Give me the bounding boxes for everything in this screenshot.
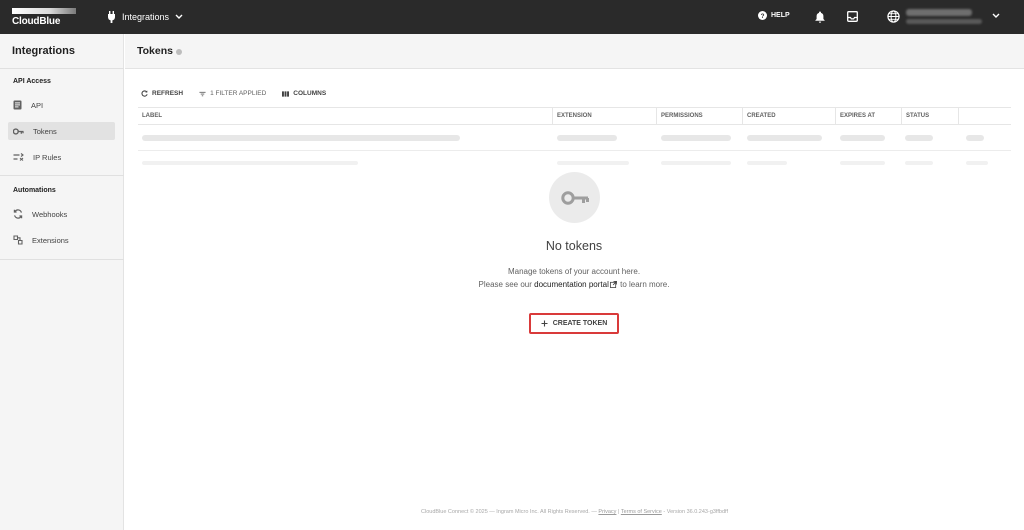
empty-state-title: No tokens xyxy=(545,239,603,253)
page-title: Tokens xyxy=(137,45,173,57)
filter-button[interactable]: 1 FILTER APPLIED xyxy=(199,90,266,97)
column-header-created[interactable]: CREATED xyxy=(742,108,834,125)
column-header-label[interactable]: LABEL xyxy=(138,108,551,125)
sidebar-item-api[interactable]: API xyxy=(8,96,115,114)
version-text: - Version 36.0.243-g3ffbdff xyxy=(663,509,728,515)
help-text-before: Please see our xyxy=(478,280,532,289)
privacy-link[interactable]: Privacy xyxy=(598,509,616,515)
section-automations: Automations xyxy=(13,187,56,194)
svg-text:?: ? xyxy=(761,13,765,20)
globe-icon[interactable] xyxy=(887,10,900,23)
key-icon xyxy=(560,190,589,205)
skeleton-placeholder xyxy=(905,161,933,165)
sidebar-item-label: Extensions xyxy=(32,235,69,245)
filter-label: 1 FILTER APPLIED xyxy=(210,90,267,97)
column-header-expires-at[interactable]: EXPIRES AT xyxy=(835,108,900,125)
refresh-label: REFRESH xyxy=(152,90,184,97)
info-icon[interactable] xyxy=(176,49,182,55)
row-divider xyxy=(138,150,1011,151)
sidebar-item-webhooks[interactable]: Webhooks xyxy=(8,205,115,223)
help-text-after: to learn more. xyxy=(620,280,670,289)
columns-icon xyxy=(282,90,290,97)
footer: CloudBlue Connect © 2025 — Ingram Micro … xyxy=(125,509,1024,515)
columns-label: COLUMNS xyxy=(293,90,327,97)
help-icon: ? xyxy=(758,11,767,20)
column-header-status[interactable]: STATUS xyxy=(901,108,957,125)
empty-state-description: Manage tokens of your account here. xyxy=(507,267,641,276)
account-menu[interactable] xyxy=(906,8,982,26)
sidebar-item-label: Tokens xyxy=(33,126,57,136)
sidebar-item-label: IP Rules xyxy=(33,152,62,162)
footer-separator: | xyxy=(617,509,620,515)
extension-icon xyxy=(13,235,23,245)
help-label: HELP xyxy=(771,12,790,19)
help-button[interactable]: ? HELP xyxy=(758,11,790,20)
section-api-access: API Access xyxy=(13,78,51,85)
account-id-redacted xyxy=(906,19,982,24)
sidebar-item-label: Webhooks xyxy=(32,209,68,219)
sidebar-item-tokens[interactable]: Tokens xyxy=(8,122,115,140)
copyright-text: CloudBlue Connect © 2025 — Ingram Micro … xyxy=(421,509,597,515)
module-switcher[interactable]: Integrations xyxy=(107,10,183,24)
top-bar: CloudBlue Integrations ? HELP xyxy=(0,0,1024,34)
divider xyxy=(0,259,124,260)
skeleton-placeholder xyxy=(840,161,885,165)
divider xyxy=(0,68,124,69)
skeleton-placeholder xyxy=(905,135,933,141)
columns-button[interactable]: COLUMNS xyxy=(282,90,326,97)
plus-icon xyxy=(541,320,548,327)
cloudblue-logo[interactable]: CloudBlue xyxy=(12,7,78,27)
logo-bar xyxy=(12,8,76,14)
refresh-icon xyxy=(141,90,148,97)
skeleton-placeholder xyxy=(840,135,885,141)
skeleton-placeholder xyxy=(747,161,787,165)
module-label: Integrations xyxy=(122,12,170,22)
logo-text: CloudBlue xyxy=(12,16,61,27)
skeleton-placeholder xyxy=(966,161,988,165)
book-icon xyxy=(13,100,22,110)
page-header: Tokens xyxy=(125,34,1024,69)
ip-rules-icon xyxy=(13,153,24,161)
empty-state-key-badge xyxy=(549,172,600,223)
plug-icon xyxy=(107,11,116,23)
skeleton-placeholder xyxy=(661,135,731,141)
skeleton-placeholder xyxy=(142,161,358,165)
documentation-portal-link[interactable]: documentation portal xyxy=(534,280,618,289)
notifications-bell-icon[interactable] xyxy=(815,11,825,23)
sidebar-item-ip-rules[interactable]: IP Rules xyxy=(8,148,115,166)
chevron-down-icon xyxy=(175,14,183,19)
create-token-label: CREATE TOKEN xyxy=(552,320,608,327)
skeleton-placeholder xyxy=(966,135,984,141)
key-icon xyxy=(13,127,24,135)
inbox-icon[interactable] xyxy=(847,11,858,22)
sidebar: Integrations API Access API Tokens IP Ru… xyxy=(0,34,124,530)
divider xyxy=(0,175,124,176)
table-toolbar: REFRESH 1 FILTER APPLIED COLUMNS xyxy=(141,90,326,97)
account-name-redacted xyxy=(906,9,972,16)
refresh-button[interactable]: REFRESH xyxy=(141,90,183,97)
link-text: documentation portal xyxy=(534,280,609,289)
sync-icon xyxy=(13,209,23,219)
terms-of-service-link[interactable]: Terms of Service xyxy=(621,509,662,515)
filter-icon xyxy=(199,91,206,96)
empty-state-help-line: Please see our documentation portal to l… xyxy=(424,280,724,289)
column-header-actions xyxy=(958,108,1011,125)
sidebar-title: Integrations xyxy=(12,45,75,57)
column-header-permissions[interactable]: PERMISSIONS xyxy=(656,108,741,125)
sidebar-item-label: API xyxy=(31,100,44,110)
skeleton-placeholder xyxy=(661,161,731,165)
skeleton-placeholder xyxy=(747,135,822,141)
sidebar-item-extensions[interactable]: Extensions xyxy=(8,231,115,249)
external-link-icon xyxy=(609,281,617,288)
create-token-button[interactable]: CREATE TOKEN xyxy=(529,313,619,334)
table-header: LABEL EXTENSION PERMISSIONS CREATED EXPI… xyxy=(138,107,1011,125)
skeleton-placeholder xyxy=(557,135,617,141)
skeleton-placeholder xyxy=(142,135,460,141)
column-header-extension[interactable]: EXTENSION xyxy=(552,108,655,125)
chevron-down-icon[interactable] xyxy=(992,13,1000,19)
skeleton-placeholder xyxy=(557,161,629,165)
